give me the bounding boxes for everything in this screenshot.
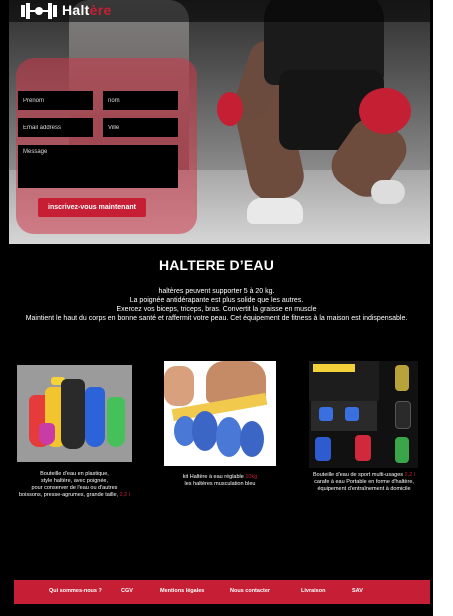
nom-input[interactable]: [103, 91, 178, 110]
dumbbell-left-icon: [217, 92, 243, 126]
page: Haltère inscrivez-vous maintenant HALTER…: [0, 0, 433, 616]
footer-link-sav[interactable]: SAV: [352, 588, 363, 594]
price-label: 10kg: [245, 474, 258, 480]
hero-photo-shoe: [247, 198, 303, 224]
section-title: HALTERE D’EAU: [158, 257, 275, 273]
product-caption-bottles: Bouteille d'eau en plastique, style halt…: [19, 471, 130, 498]
multi-use-bottle-image[interactable]: [309, 361, 418, 468]
subscribe-button[interactable]: inscrivez-vous maintenant: [38, 198, 146, 217]
section-description-line: La poignée antidérapante est plus solide…: [129, 297, 304, 304]
colored-water-bottles-image[interactable]: [17, 365, 132, 462]
hero-photo-shoe-right: [371, 180, 405, 204]
footer-link-mentions[interactable]: Mentions légales: [160, 588, 204, 594]
section-description-line: haltères peuvent supporter 5 à 20 kg.: [158, 288, 275, 295]
footer-bar: Qui sommes-nous ? CGV Mentions légales N…: [14, 580, 430, 604]
footer-link-about[interactable]: Qui sommes-nous ?: [49, 588, 102, 594]
page-right-margin: [433, 0, 453, 616]
message-textarea[interactable]: [18, 145, 178, 188]
product-caption-dumbbell: kit Haltère à eau réglable 10kg les halt…: [182, 474, 258, 487]
dumbbell-right-icon: [359, 88, 411, 134]
section-description-line: Maintient le haut du corps en bonne sant…: [25, 315, 408, 322]
section-description-line: Exercez vos biceps, triceps, bras. Conve…: [116, 306, 317, 313]
top-navbar: Haltère: [9, 0, 430, 22]
price-label: 2,2 l: [119, 492, 130, 498]
price-label: 2,2 l: [404, 472, 415, 478]
water-dumbbell-image[interactable]: [164, 361, 276, 466]
product-caption-multi-use: Bouteille d'eau de sport multi-usages 2,…: [313, 472, 415, 492]
email-input[interactable]: [18, 118, 93, 137]
footer-link-cgv[interactable]: CGV: [121, 588, 133, 594]
ville-input[interactable]: [103, 118, 178, 137]
footer-link-livraison[interactable]: Livraison: [301, 588, 325, 594]
dumbbell-logo-icon[interactable]: [20, 3, 58, 19]
prenom-input[interactable]: [18, 91, 93, 110]
footer-link-contact[interactable]: Nous contacter: [230, 588, 270, 594]
brand-logo-text[interactable]: Haltère: [62, 2, 112, 18]
